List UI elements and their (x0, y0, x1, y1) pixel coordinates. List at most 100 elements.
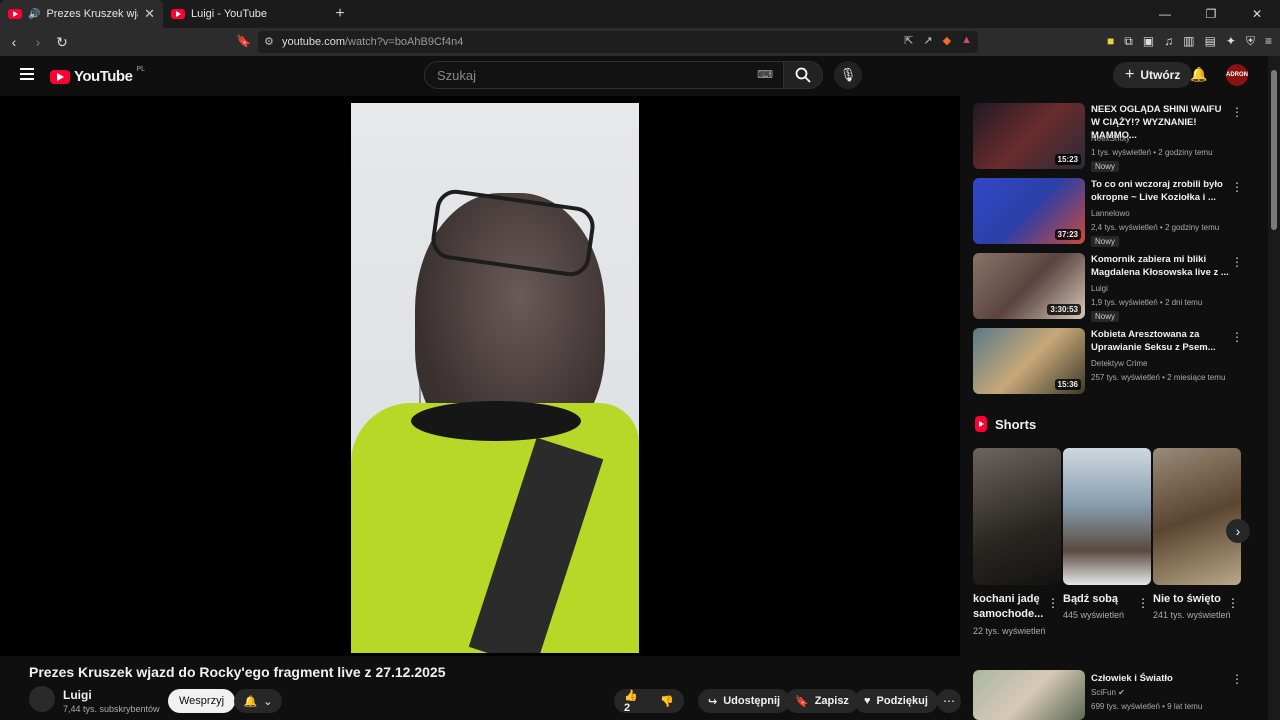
youtube-favicon-icon (8, 9, 22, 19)
new-badge: Nowy (1091, 311, 1120, 322)
thanks-button[interactable]: ♥ Podziękuj (854, 689, 938, 713)
page-scrollbar[interactable] (1268, 56, 1280, 720)
more-actions-icon[interactable]: ⋯ (937, 689, 961, 713)
support-button[interactable]: Wesprzyj (168, 689, 236, 713)
short-title[interactable]: Nie to święto (1153, 592, 1225, 607)
create-button[interactable]: + Utwórz (1113, 62, 1193, 88)
browser-toolbar: ‹ › ↻ 🔖 ⚙ youtube.com/watch?v=boAhB9Cf4n… (0, 28, 1280, 56)
account-avatar[interactable]: ADRON (1226, 64, 1248, 86)
more-options-icon[interactable]: ⋮ (1231, 672, 1243, 686)
duration-badge: 3:30:53 (1047, 304, 1081, 315)
share-icon[interactable]: ↗ (923, 34, 932, 47)
tab-luigi-channel[interactable]: Luigi - YouTube (163, 0, 326, 28)
ai-assistant-icon[interactable]: ✦ (1226, 34, 1236, 49)
save-label: Zapisz (814, 695, 849, 707)
share-button[interactable]: ↪ Udostępnij (698, 689, 791, 713)
wallet-icon[interactable]: ▤ (1205, 34, 1216, 49)
recommendation-channel[interactable]: Detektyw Crime (1091, 359, 1147, 368)
search-button[interactable] (783, 61, 823, 89)
duration-badge: 15:23 (1054, 154, 1081, 165)
browser-tab-strip: 🔊 Prezes Kruszek wjazd do Rocky'ego frag… (0, 0, 1280, 28)
channel-avatar[interactable] (29, 686, 55, 712)
recommendation-title[interactable]: Człowiek i Światło (1091, 672, 1231, 685)
open-external-icon[interactable]: ⇱ (904, 34, 913, 47)
extension-badge-icon[interactable]: ■ (1107, 34, 1114, 49)
recommendation-item[interactable]: 15:23 NEEX OGLĄDA SHINI WAIFU W CIĄŻY!? … (973, 103, 1243, 172)
more-options-icon[interactable]: ⋮ (1227, 596, 1239, 610)
video-frame[interactable] (351, 103, 639, 653)
music-icon[interactable]: ♫ (1164, 34, 1173, 49)
address-bar[interactable]: ⚙ youtube.com/watch?v=boAhB9Cf4n4 ⇱ ↗ ◆ … (258, 31, 978, 53)
recommendation-channel[interactable]: Lannelowo (1091, 209, 1130, 218)
create-label: Utwórz (1140, 68, 1181, 82)
save-button[interactable]: 🔖 Zapisz (785, 689, 859, 713)
short-item[interactable]: Bądź sobą 445 wyświetleń ⋮ (1063, 448, 1151, 658)
minimize-icon[interactable]: — (1142, 0, 1188, 28)
short-item[interactable]: Nie to święto 241 tys. wyświetleń ⋮ (1153, 448, 1241, 658)
recommendation-title[interactable]: Kobieta Aresztowana za Uprawianie Seksu … (1091, 328, 1231, 354)
voice-search-button[interactable]: 🎙 (834, 61, 862, 89)
youtube-logo[interactable]: YouTube PL (50, 66, 145, 85)
recommendation-item[interactable]: Człowiek i Światło SciFun ✔ 699 tys. wyś… (973, 670, 1243, 720)
channel-name[interactable]: Luigi (63, 688, 92, 702)
video-player[interactable] (0, 96, 960, 656)
forward-icon[interactable]: › (28, 34, 48, 50)
short-title[interactable]: kochani jadę samochode... (973, 592, 1045, 622)
notifications-bell-icon[interactable]: 🔔 (1190, 66, 1207, 83)
video-thumbnail[interactable] (973, 670, 1085, 720)
close-window-icon[interactable]: ✕ (1234, 0, 1280, 28)
more-options-icon[interactable]: ⋮ (1231, 255, 1243, 269)
recommendation-title[interactable]: To co oni wczoraj zrobili było okropne ~… (1091, 178, 1231, 204)
more-options-icon[interactable]: ⋮ (1137, 596, 1149, 610)
share-label: Udostępnij (723, 695, 781, 707)
more-options-icon[interactable]: ⋮ (1231, 180, 1243, 194)
search-input[interactable]: Szukaj ⌨ (424, 61, 784, 89)
recommendation-title[interactable]: Komornik zabiera mi bliki Magdalena Kłos… (1091, 253, 1231, 279)
recommendation-item[interactable]: 37:23 To co oni wczoraj zrobili było okr… (973, 178, 1243, 247)
reload-icon[interactable]: ↻ (52, 34, 72, 51)
video-thumbnail[interactable]: 15:36 (973, 328, 1085, 394)
like-button[interactable]: 👍 2 (624, 689, 644, 714)
url-host: youtube.com (282, 36, 345, 48)
back-icon[interactable]: ‹ (4, 34, 24, 50)
recommendation-item[interactable]: 3:30:53 Komornik zabiera mi bliki Magdal… (973, 253, 1243, 322)
restore-icon[interactable]: ❐ (1188, 0, 1234, 28)
short-item[interactable]: kochani jadę samochode... 22 tys. wyświe… (973, 448, 1061, 658)
more-options-icon[interactable]: ⋮ (1231, 330, 1243, 344)
short-thumbnail[interactable] (973, 448, 1061, 585)
recommendation-channel[interactable]: SciFun ✔ (1091, 688, 1125, 697)
dislike-icon[interactable]: 👎 (660, 695, 674, 708)
recommendation-item[interactable]: 15:36 Kobieta Aresztowana za Uprawianie … (973, 328, 1243, 396)
keyboard-icon[interactable]: ⌨ (757, 68, 773, 81)
rewards-icon[interactable]: ▲ (961, 34, 972, 47)
short-title[interactable]: Bądź sobą (1063, 592, 1135, 607)
subscription-notifications-button[interactable]: 🔔 ⌄ (234, 689, 282, 713)
save-icon: 🔖 (795, 695, 809, 708)
short-thumbnail[interactable] (1063, 448, 1151, 585)
menu-icon[interactable]: ≡ (1265, 34, 1272, 49)
guide-menu-icon[interactable] (20, 68, 34, 80)
sidebar-icon[interactable]: ▥ (1183, 34, 1194, 49)
short-views: 22 tys. wyświetleń (973, 626, 1046, 636)
more-options-icon[interactable]: ⋮ (1231, 105, 1243, 119)
brave-shield-icon[interactable]: ◆ (943, 34, 951, 47)
scrollbar-thumb[interactable] (1271, 70, 1277, 230)
site-settings-icon[interactable]: ⚙ (264, 35, 274, 48)
recommendation-channel[interactable]: NeexShoty (1091, 134, 1130, 143)
more-options-icon[interactable]: ⋮ (1047, 596, 1059, 610)
video-thumbnail[interactable]: 37:23 (973, 178, 1085, 244)
shorts-next-button[interactable]: › (1226, 519, 1250, 543)
recommendation-channel[interactable]: Luigi (1091, 284, 1108, 293)
youtube-header: YouTube PL Szukaj ⌨ 🎙 + Utwórz 🔔 ADRON (0, 56, 1268, 96)
video-thumbnail[interactable]: 15:23 (973, 103, 1085, 169)
puzzle-extensions-icon[interactable]: ⧉ (1124, 34, 1133, 49)
close-tab-icon[interactable]: ✕ (144, 6, 155, 22)
video-thumbnail[interactable]: 3:30:53 (973, 253, 1085, 319)
short-thumbnail[interactable] (1153, 448, 1241, 585)
vpn-icon[interactable]: ⛨ (1246, 34, 1255, 49)
recommendation-meta: 1,9 tys. wyświetleń • 2 dni temu (1091, 298, 1203, 307)
tab-current-video[interactable]: 🔊 Prezes Kruszek wjazd do Rocky'ego frag… (0, 0, 163, 28)
new-tab-button[interactable]: + (326, 5, 354, 23)
bookmark-icon[interactable]: 🔖 (236, 34, 251, 48)
screenshot-icon[interactable]: ▣ (1143, 34, 1154, 49)
